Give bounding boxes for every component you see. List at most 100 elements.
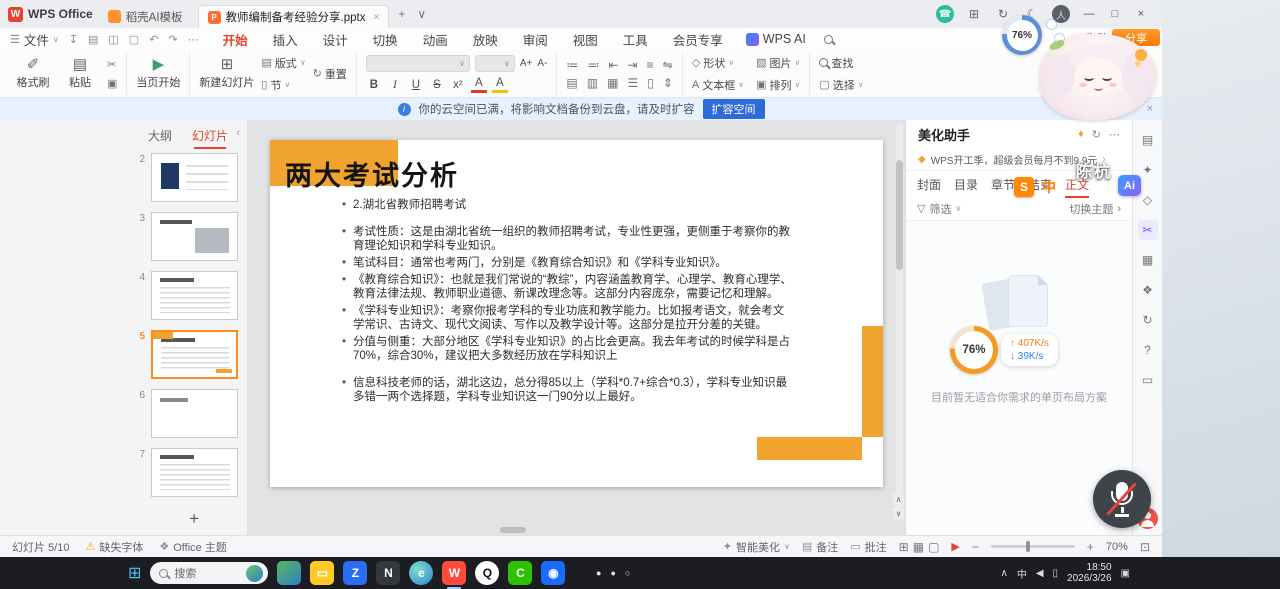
layout-button[interactable]: ▤版式∨ bbox=[261, 55, 305, 71]
fit-to-window-button[interactable]: ⊡ bbox=[1140, 540, 1150, 554]
wps-app-icon[interactable]: W bbox=[442, 561, 466, 585]
slide-bullet[interactable]: 分值与侧重：大部分地区《学科专业知识》的占比会更高。我去年考试的时候学科是占70… bbox=[340, 335, 792, 363]
ribbon-tab[interactable]: 审阅 bbox=[521, 29, 550, 50]
doc-tab-templates[interactable]: 稻壳AI模板 bbox=[99, 5, 192, 28]
slide-thumbnail-preview[interactable] bbox=[151, 153, 238, 202]
dark-app-icon[interactable]: N bbox=[376, 561, 400, 585]
slide-bullet[interactable]: 2.湖北省教师招聘考试 bbox=[340, 198, 792, 212]
taskbar-search[interactable]: 搜索 bbox=[150, 562, 268, 584]
previous-slide-button[interactable]: ∧ bbox=[893, 494, 904, 505]
reset-button[interactable]: ↻重置 bbox=[313, 66, 347, 82]
network-speed-widget[interactable]: 76% ↑ 407K/s ↓ 39K/s bbox=[950, 326, 1058, 374]
reading-view-icon[interactable]: ▢ bbox=[928, 540, 939, 554]
help-icon[interactable]: ? bbox=[1138, 340, 1158, 360]
slide-bullet[interactable]: 《学科专业知识》：考察你报考学科的专业功底和教学能力。比如报考语文，就会考文学常… bbox=[340, 304, 792, 332]
ime-indicator[interactable]: 中 bbox=[1017, 566, 1027, 581]
shapes-button[interactable]: ◇形状∨ bbox=[692, 55, 744, 71]
slideshow-button[interactable]: ▶ bbox=[951, 540, 959, 553]
format-painter-button[interactable]: ✐ 格式刷 bbox=[13, 57, 53, 90]
new-slide-button[interactable]: ⊞ 新建幻灯片 bbox=[199, 57, 254, 90]
slide-thumbnail[interactable]: 7 bbox=[131, 448, 238, 497]
smart-beautify-button[interactable]: ✦智能美化∨ bbox=[723, 539, 790, 555]
find-button[interactable]: 查找 bbox=[819, 55, 863, 71]
battery-icon[interactable]: ▯ bbox=[1053, 568, 1059, 579]
number-list-icon[interactable]: ≕ bbox=[587, 59, 599, 71]
customer-service-icon[interactable]: ☎ bbox=[936, 5, 954, 23]
ribbon-tab[interactable]: 设计 bbox=[321, 29, 350, 50]
bold-button[interactable]: B bbox=[366, 77, 382, 93]
smart-beautify-icon[interactable]: ✂ bbox=[1138, 220, 1158, 240]
cut-icon[interactable]: ✂ bbox=[107, 58, 117, 71]
ribbon-tab[interactable]: 视图 bbox=[571, 29, 600, 50]
tab-list-button[interactable]: ∨ bbox=[414, 7, 429, 21]
zoom-in-button[interactable]: + bbox=[1087, 540, 1094, 554]
minimize-button[interactable]: — bbox=[1076, 4, 1102, 24]
notes-button[interactable]: ▤备注 bbox=[802, 539, 838, 555]
copy-icon[interactable]: ▣ bbox=[107, 77, 117, 90]
slide-canvas[interactable]: 两大考试分析 2.湖北省教师招聘考试考试性质：这是由湖北省统一组织的教师招聘考试… bbox=[248, 120, 905, 535]
highlight-button[interactable]: A bbox=[492, 77, 508, 93]
beautify-tab[interactable]: 章节 bbox=[991, 174, 1015, 195]
resource-library-icon[interactable]: ❖ bbox=[1138, 280, 1158, 300]
line-spacing-icon[interactable]: ≡ bbox=[647, 59, 654, 71]
ribbon-tab[interactable]: 会员专享 bbox=[671, 29, 725, 50]
comments-button[interactable]: ▭批注 bbox=[850, 539, 886, 555]
decrease-font-button[interactable]: A- bbox=[537, 58, 547, 69]
screenshot-tool-badge[interactable]: S bbox=[1014, 177, 1034, 197]
font-family-select[interactable]: ∨ bbox=[366, 55, 470, 72]
undo-icon[interactable]: ↶ bbox=[149, 33, 158, 46]
close-button[interactable]: × bbox=[1128, 4, 1154, 24]
doc-tab-current[interactable]: P 教师编制备考经验分享.pptx × bbox=[198, 5, 390, 28]
text-direction-icon[interactable]: ⇋ bbox=[663, 59, 673, 71]
theme-indicator[interactable]: ❖Office 主题 bbox=[159, 539, 226, 555]
notification-center-icon[interactable]: ▣ bbox=[1121, 568, 1130, 579]
slide-bullet[interactable]: 笔试科目：通常也考两门，分别是《教育综合知识》和《学科专业知识》。 bbox=[340, 256, 792, 270]
slide-thumbnail[interactable]: 3 bbox=[131, 212, 238, 261]
wps-ai-menu[interactable]: WPS AI bbox=[746, 32, 806, 46]
ribbon-tab[interactable]: 切换 bbox=[371, 29, 400, 50]
expand-storage-button[interactable]: 扩容空间 bbox=[703, 99, 765, 119]
play-from-current-button[interactable]: ▶ 当页开始 bbox=[136, 57, 180, 90]
tab-slides[interactable]: 幻灯片 bbox=[192, 127, 228, 144]
chart-helper-icon[interactable]: ▦ bbox=[1138, 250, 1158, 270]
wechat-app-icon[interactable]: C bbox=[508, 561, 532, 585]
z-app-icon[interactable]: Z bbox=[343, 561, 367, 585]
font-color-button[interactable]: A bbox=[471, 77, 487, 93]
indent-increase-icon[interactable]: ⇥ bbox=[627, 59, 637, 71]
zoom-out-button[interactable]: − bbox=[972, 540, 979, 554]
slide-thumbnail[interactable]: 5 bbox=[131, 330, 238, 379]
qq-app-icon[interactable]: Q bbox=[475, 561, 499, 585]
align-center-icon[interactable]: ▥ bbox=[587, 77, 598, 89]
meeting-app-icon[interactable]: ◉ bbox=[541, 561, 565, 585]
paste-button[interactable]: ▤ 粘贴 bbox=[60, 57, 100, 90]
add-slide-button[interactable]: + bbox=[189, 509, 199, 529]
taskbar-clock[interactable]: 18:50 2026/3/26 bbox=[1067, 562, 1112, 584]
textbox-button[interactable]: A文本框∨ bbox=[692, 77, 744, 93]
ribbon-tab[interactable]: 工具 bbox=[621, 29, 650, 50]
tab-close-icon[interactable]: × bbox=[374, 12, 380, 23]
microphone-muted-button[interactable] bbox=[1093, 470, 1151, 528]
redo-icon[interactable]: ↷ bbox=[168, 33, 177, 46]
underline-button[interactable]: U bbox=[408, 77, 424, 93]
slide-bullet[interactable]: 信息科技老师的话，湖北这边，总分得85以上（学科*0.7+综合*0.3），学科专… bbox=[340, 376, 792, 404]
slide-bullet[interactable]: 《教育综合知识》：也就是我们常说的“教综”，内容涵盖教育学、心理学、教育心理学、… bbox=[340, 273, 792, 301]
ribbon-tab[interactable]: 插入 bbox=[271, 29, 300, 50]
scenery-widget-icon[interactable] bbox=[277, 561, 301, 585]
wps-ai-floating-badge[interactable]: Ai bbox=[1118, 175, 1141, 196]
slide-body-text[interactable]: 2.湖北省教师招聘考试考试性质：这是由湖北省统一组织的教师招聘考试，专业性更强，… bbox=[340, 198, 792, 407]
export-icon[interactable]: ▢ bbox=[129, 33, 139, 46]
tray-expand-icon[interactable]: ∧ bbox=[1001, 568, 1008, 579]
history-version-icon[interactable]: ↻ bbox=[1138, 310, 1158, 330]
section-button[interactable]: ▯节∨ bbox=[261, 77, 305, 93]
slide-thumbnail-preview[interactable] bbox=[151, 212, 238, 261]
vip-icon[interactable]: ♦ bbox=[1078, 128, 1084, 140]
italic-button[interactable]: I bbox=[387, 77, 403, 93]
font-size-select[interactable]: ∨ bbox=[475, 55, 515, 72]
slide[interactable]: 两大考试分析 2.湖北省教师招聘考试考试性质：这是由湖北省统一组织的教师招聘考试… bbox=[270, 140, 883, 487]
slide-thumbnail-preview[interactable] bbox=[151, 271, 238, 320]
maximize-button[interactable]: □ bbox=[1102, 4, 1128, 24]
filter-button[interactable]: ▽筛选∨ bbox=[917, 201, 961, 217]
indent-decrease-icon[interactable]: ⇤ bbox=[608, 59, 618, 71]
print-preview-icon[interactable]: ◫ bbox=[108, 33, 118, 46]
slide-title[interactable]: 两大考试分析 bbox=[285, 154, 459, 193]
